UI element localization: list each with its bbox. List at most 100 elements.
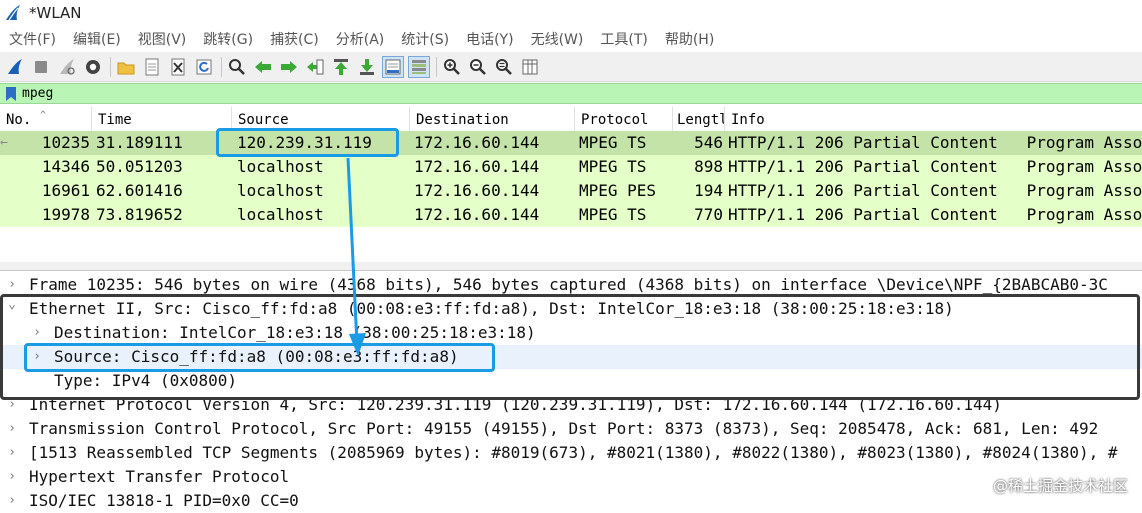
- packet-row[interactable]: 14346 50.051203 localhost 172.16.60.144 …: [0, 155, 1142, 179]
- column-header-label: Time: [98, 112, 132, 128]
- sort-ascending-icon: ^: [40, 110, 47, 121]
- packet-destination: 172.16.60.144: [414, 157, 540, 176]
- reload-icon[interactable]: [193, 56, 215, 78]
- expand-chevron-icon[interactable]: ›: [4, 441, 20, 465]
- packet-info: HTTP/1.1 206 Partial Content Program Ass…: [728, 205, 1142, 224]
- tree-row-label: Transmission Control Protocol, Src Port:…: [29, 419, 1099, 438]
- expand-chevron-icon[interactable]: ›: [4, 489, 20, 513]
- packet-time: 31.189111: [96, 133, 183, 152]
- menu-tools[interactable]: 工具(T): [591, 29, 655, 49]
- tree-row-mpeg[interactable]: › ISO/IEC 13818-1 PID=0x0 CC=0: [0, 489, 1142, 513]
- menu-statistics[interactable]: 统计(S): [392, 29, 457, 49]
- packet-destination: 172.16.60.144: [414, 205, 540, 224]
- source-mac-highlight-box: [24, 343, 495, 372]
- close-file-icon[interactable]: [167, 56, 189, 78]
- menu-file[interactable]: 文件(F): [0, 29, 64, 49]
- packet-list-header: ^ No. Time Source Destination Protocol L…: [0, 107, 1142, 132]
- watermark: @稀土掘金技术社区: [992, 477, 1128, 495]
- packet-time: 73.819652: [96, 205, 183, 224]
- resize-columns-icon[interactable]: [519, 56, 541, 78]
- source-ip-highlight-box: [216, 128, 399, 157]
- packet-source: localhost: [237, 205, 324, 224]
- column-header-label: Source: [238, 112, 289, 128]
- first-packet-icon[interactable]: [330, 56, 352, 78]
- menu-capture[interactable]: 捕获(C): [261, 29, 327, 49]
- menu-analyze[interactable]: 分析(A): [327, 29, 393, 49]
- packet-time: 62.601416: [96, 181, 183, 200]
- packet-destination: 172.16.60.144: [414, 181, 540, 200]
- packet-info: HTTP/1.1 206 Partial Content Program Ass…: [728, 133, 1142, 152]
- display-filter-input[interactable]: [22, 84, 1122, 103]
- packet-info: HTTP/1.1 206 Partial Content Program Ass…: [728, 157, 1142, 176]
- main-toolbar: [0, 52, 1142, 82]
- menu-go[interactable]: 跳转(G): [194, 29, 261, 49]
- last-packet-icon[interactable]: [356, 56, 378, 78]
- open-folder-icon[interactable]: [115, 56, 137, 78]
- column-header-label: Info: [731, 112, 765, 128]
- column-header-protocol[interactable]: Protocol: [575, 107, 673, 131]
- colorize-icon[interactable]: [408, 55, 430, 78]
- display-filter-bar: [0, 83, 1142, 104]
- menu-telephony[interactable]: 电话(Y): [457, 29, 521, 49]
- menu-edit[interactable]: 编辑(E): [64, 29, 129, 49]
- gear-options-icon[interactable]: [82, 56, 104, 78]
- toolbar-separator: [436, 56, 437, 77]
- stop-square-icon[interactable]: [30, 56, 52, 78]
- packet-protocol: MPEG TS: [579, 205, 647, 224]
- tree-row-label: ISO/IEC 13818-1 PID=0x0 CC=0: [29, 491, 299, 510]
- column-header-time[interactable]: Time: [92, 107, 232, 131]
- expand-chevron-icon[interactable]: ›: [4, 417, 20, 441]
- menu-bar: 文件(F) 编辑(E) 视图(V) 跳转(G) 捕获(C) 分析(A) 统计(S…: [0, 26, 1142, 52]
- shark-fin-start-icon[interactable]: [4, 56, 26, 78]
- zoom-normal-icon[interactable]: [493, 56, 515, 78]
- expand-chevron-icon[interactable]: ›: [4, 465, 20, 489]
- packet-length: 898: [694, 157, 723, 176]
- packet-list: ^ No. Time Source Destination Protocol L…: [0, 107, 1142, 263]
- packet-no: 19978: [41, 205, 90, 224]
- packet-length: 770: [694, 205, 723, 224]
- go-to-packet-icon[interactable]: [304, 56, 326, 78]
- packet-destination: 172.16.60.144: [414, 133, 540, 152]
- packet-no: 14346: [41, 157, 90, 176]
- packet-source: localhost: [237, 157, 324, 176]
- zoom-in-icon[interactable]: [441, 56, 463, 78]
- column-header-no[interactable]: ^ No.: [0, 107, 92, 131]
- column-header-destination[interactable]: Destination: [410, 107, 575, 131]
- menu-wireless[interactable]: 无线(W): [522, 29, 592, 49]
- column-header-info[interactable]: Info: [725, 107, 1142, 131]
- packet-length: 546: [694, 133, 723, 152]
- packet-length: 194: [694, 181, 723, 200]
- toolbar-separator: [110, 56, 111, 77]
- column-header-label: Lengtl: [677, 112, 725, 128]
- packet-no: 16961: [41, 181, 90, 200]
- tree-row-label: Hypertext Transfer Protocol: [29, 467, 290, 486]
- tree-row-reassembled[interactable]: › [1513 Reassembled TCP Segments (208596…: [0, 441, 1142, 465]
- packet-row[interactable]: 19978 73.819652 localhost 172.16.60.144 …: [0, 203, 1142, 227]
- column-header-label: Destination: [416, 112, 509, 128]
- toolbar-separator: [221, 56, 222, 77]
- pane-splitter[interactable]: [0, 262, 1142, 270]
- wireshark-fin-icon: [6, 5, 20, 21]
- packet-time: 50.051203: [96, 157, 183, 176]
- title-bar: *WLAN: [0, 0, 1142, 26]
- tree-row-label: [1513 Reassembled TCP Segments (2085969 …: [29, 443, 1118, 462]
- menu-help[interactable]: 帮助(H): [656, 29, 722, 49]
- find-magnifier-icon[interactable]: [226, 56, 248, 78]
- restart-fin-icon[interactable]: [56, 56, 78, 78]
- zoom-out-icon[interactable]: [467, 56, 489, 78]
- back-arrow-icon[interactable]: [252, 56, 274, 78]
- tree-row-http[interactable]: › Hypertext Transfer Protocol: [0, 465, 1142, 489]
- forward-arrow-icon[interactable]: [278, 56, 300, 78]
- window-title: *WLAN: [29, 4, 82, 22]
- packet-row[interactable]: 16961 62.601416 localhost 172.16.60.144 …: [0, 179, 1142, 203]
- autoscroll-icon[interactable]: [382, 55, 404, 78]
- menu-view[interactable]: 视图(V): [129, 29, 195, 49]
- packet-source: localhost: [237, 181, 324, 200]
- related-packet-icon: ←: [0, 135, 8, 150]
- packet-no: 10235: [41, 133, 90, 152]
- file-icon[interactable]: [141, 56, 163, 78]
- tree-row-tcp[interactable]: › Transmission Control Protocol, Src Por…: [0, 417, 1142, 441]
- column-header-length[interactable]: Lengtl: [673, 107, 725, 131]
- bookmark-icon[interactable]: [4, 86, 18, 102]
- packet-row[interactable]: ← 10235 31.189111 120.239.31.119 172.16.…: [0, 131, 1142, 155]
